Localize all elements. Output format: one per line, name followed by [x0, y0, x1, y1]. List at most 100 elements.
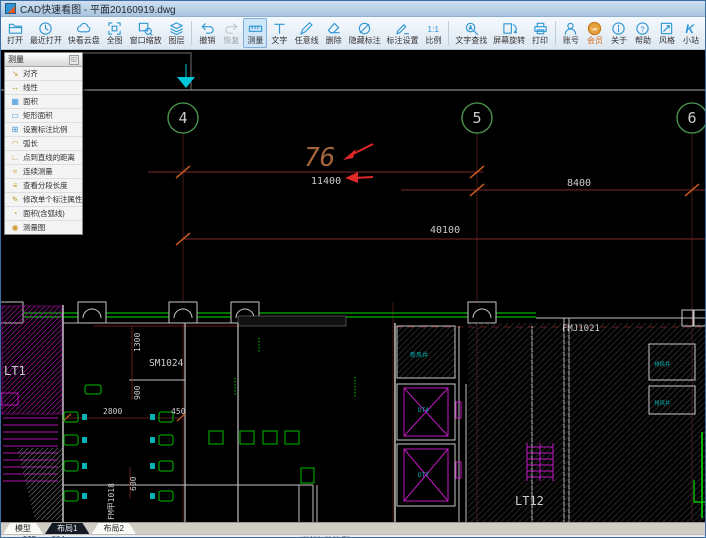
menu-item-label: 修改单个标注属性: [23, 195, 83, 204]
measure-menu-header[interactable]: 测量 ◱: [5, 53, 82, 67]
toolbar-button-label: 小站: [682, 36, 699, 45]
menu-item-label: 矩形面积: [23, 111, 53, 120]
menu-pin-icon[interactable]: ◱: [69, 54, 79, 65]
menu-item-label: 设置标注比例: [23, 125, 68, 134]
toolbar-separator: [448, 21, 450, 45]
layout-tab-bar: 模型 布局1 布局2: [1, 522, 705, 534]
cad-label: 新风井: [410, 351, 428, 359]
stair-hatch: [1, 305, 63, 415]
grid-bubble-label: 6: [687, 109, 696, 127]
measure-menu-title: 测量: [8, 55, 24, 64]
menu-item-edit-annotation-property[interactable]: ✎ 修改单个标注属性: [5, 193, 82, 207]
toolbar-cloud-disk-button[interactable]: 快看云盘: [65, 18, 103, 48]
menu-item-label: 对齐: [23, 69, 38, 78]
toolbar-button-label: 图层: [168, 36, 185, 45]
tab-layout1[interactable]: 布局1: [45, 523, 89, 534]
edit-annotation-property-icon: ✎: [11, 194, 19, 204]
grid-bubbles: 4 5 6: [167, 102, 705, 134]
point-to-line-distance-icon: ∟: [11, 152, 19, 162]
toolbar-style-button[interactable]: 风格: [655, 18, 679, 48]
highlight-arrows: [343, 143, 374, 183]
area-with-arc-icon: ◔: [12, 208, 18, 218]
toolbar-site-button[interactable]: K 小站: [679, 18, 703, 48]
menu-item-linear-dimension[interactable]: ↔ 线性: [5, 81, 82, 95]
menu-item-area-measure[interactable]: ▦ 面积: [5, 95, 82, 109]
menu-item-rect-area[interactable]: ▭ 矩形面积: [5, 109, 82, 123]
svg-text:1:1: 1:1: [427, 24, 439, 34]
toolbar-open-folder-button[interactable]: 打开: [3, 18, 27, 48]
cad-label: SM1024: [149, 358, 184, 369]
text-search-icon: [464, 21, 479, 36]
free-line-icon: [299, 21, 314, 36]
continuous-measure-icon: ≈: [12, 166, 18, 176]
toolbar-button-label: 全图: [106, 36, 123, 45]
arrow-head: [345, 172, 358, 183]
account-icon: [563, 21, 578, 36]
toolbar: 打开 最近打开 快看云盘 全图 窗口缩放 图层 撤销 恢复 测量 文字 任意线 删除 隐藏标注 标注设置 1…: [1, 17, 705, 50]
cad-label: 76: [304, 143, 335, 173]
site-icon: K: [683, 21, 698, 36]
elevator-core: [396, 325, 462, 507]
toolbar-erase-button[interactable]: 删除: [322, 18, 346, 48]
tab-model[interactable]: 模型: [3, 523, 43, 534]
menu-item-point-to-line-distance[interactable]: ∟ 点到直线的距离: [5, 151, 82, 165]
menu-item-set-annotation-scale[interactable]: ⊞ 设置标注比例: [5, 123, 82, 137]
annotation-settings-icon: [395, 21, 410, 36]
drawing-canvas[interactable]: 4 5 6 76 11400 8400 40100 LT1 SM1024 130…: [1, 50, 705, 522]
toolbar-free-line-button[interactable]: 任意线: [291, 18, 321, 48]
menu-item-align-dimension[interactable]: ↘ 对齐: [5, 67, 82, 81]
tab-layout2[interactable]: 布局2: [91, 523, 135, 534]
open-folder-icon: [8, 21, 23, 36]
cad-drawing[interactable]: 4 5 6 7611400 840040100LT1SM102413009002…: [1, 50, 705, 522]
toolbar-about-button[interactable]: 关于: [607, 18, 631, 48]
print-icon: [533, 21, 548, 36]
toolbar-button-label: 恢复: [223, 36, 240, 45]
app-icon: [5, 3, 16, 14]
cad-label: LT1: [4, 364, 26, 378]
menu-item-segment-length[interactable]: ≡ 查看分段长度: [5, 179, 82, 193]
toolbar-text-search-button[interactable]: 文字查找: [452, 18, 490, 48]
toolbar-window-zoom-button[interactable]: 窗口缩放: [127, 18, 165, 48]
cad-label: 900: [133, 385, 142, 400]
toolbar-button-label: 任意线: [294, 36, 319, 45]
toolbar-recent-open-button[interactable]: 最近打开: [27, 18, 65, 48]
cad-label: 2800: [103, 407, 122, 416]
cad-label: DT4: [418, 407, 429, 414]
segment-length-icon: ≡: [12, 180, 18, 190]
toolbar-button-label: 账号: [562, 36, 579, 45]
title-bar: CAD快速看图 - 平面20160919.dwg: [1, 1, 705, 17]
cad-label: 11400: [311, 176, 341, 187]
cad-label: 600: [129, 476, 138, 491]
style-icon: [659, 21, 674, 36]
toolbar-layers-button[interactable]: 图层: [164, 18, 188, 48]
dimension-lines: [148, 165, 705, 246]
measure-map-icon: ◉: [11, 222, 19, 232]
toolbar-measure-button[interactable]: 测量: [243, 18, 268, 48]
toolbar-text-button[interactable]: 文字: [267, 18, 291, 48]
status-bar: x = -925 y = 804 当前标注比例: 1: [1, 534, 705, 537]
fixture-markers: [82, 414, 155, 499]
toolbar-vip-button[interactable]: VIP 会员: [583, 18, 607, 48]
toolbar-button-label: 撤销: [199, 36, 216, 45]
toolbar-undo-button[interactable]: 撤销: [195, 18, 219, 48]
toolbar-scale-button[interactable]: 1:1 比例: [421, 18, 445, 48]
cad-label: DT7: [418, 472, 429, 479]
toolbar-button-label: 打印: [532, 36, 549, 45]
menu-item-label: 面积(含弧线): [23, 209, 65, 218]
toolbar-print-button[interactable]: 打印: [528, 18, 552, 48]
toolbar-account-button[interactable]: 账号: [559, 18, 583, 48]
menu-item-measure-map[interactable]: ◉ 测量图: [5, 221, 82, 234]
toolbar-full-view-button[interactable]: 全图: [103, 18, 127, 48]
arc-length-icon: ◠: [11, 138, 19, 148]
menu-item-arc-length[interactable]: ◠ 弧长: [5, 137, 82, 151]
toolbar-annotation-settings-button[interactable]: 标注设置: [384, 18, 422, 48]
screen-rotate-icon: [502, 21, 517, 36]
toolbar-screen-rotate-button[interactable]: 屏幕旋转: [490, 18, 528, 48]
menu-item-continuous-measure[interactable]: ≈ 连续测量: [5, 165, 82, 179]
cad-label: FMJ1021: [562, 324, 600, 334]
toolbar-hide-annotation-button[interactable]: 隐藏标注: [346, 18, 384, 48]
toolbar-button-label: 文字: [271, 36, 288, 45]
toolbar-separator: [555, 21, 556, 45]
toolbar-help-button[interactable]: ? 帮助: [631, 18, 655, 48]
menu-item-area-with-arc[interactable]: ◔ 面积(含弧线): [5, 207, 82, 221]
